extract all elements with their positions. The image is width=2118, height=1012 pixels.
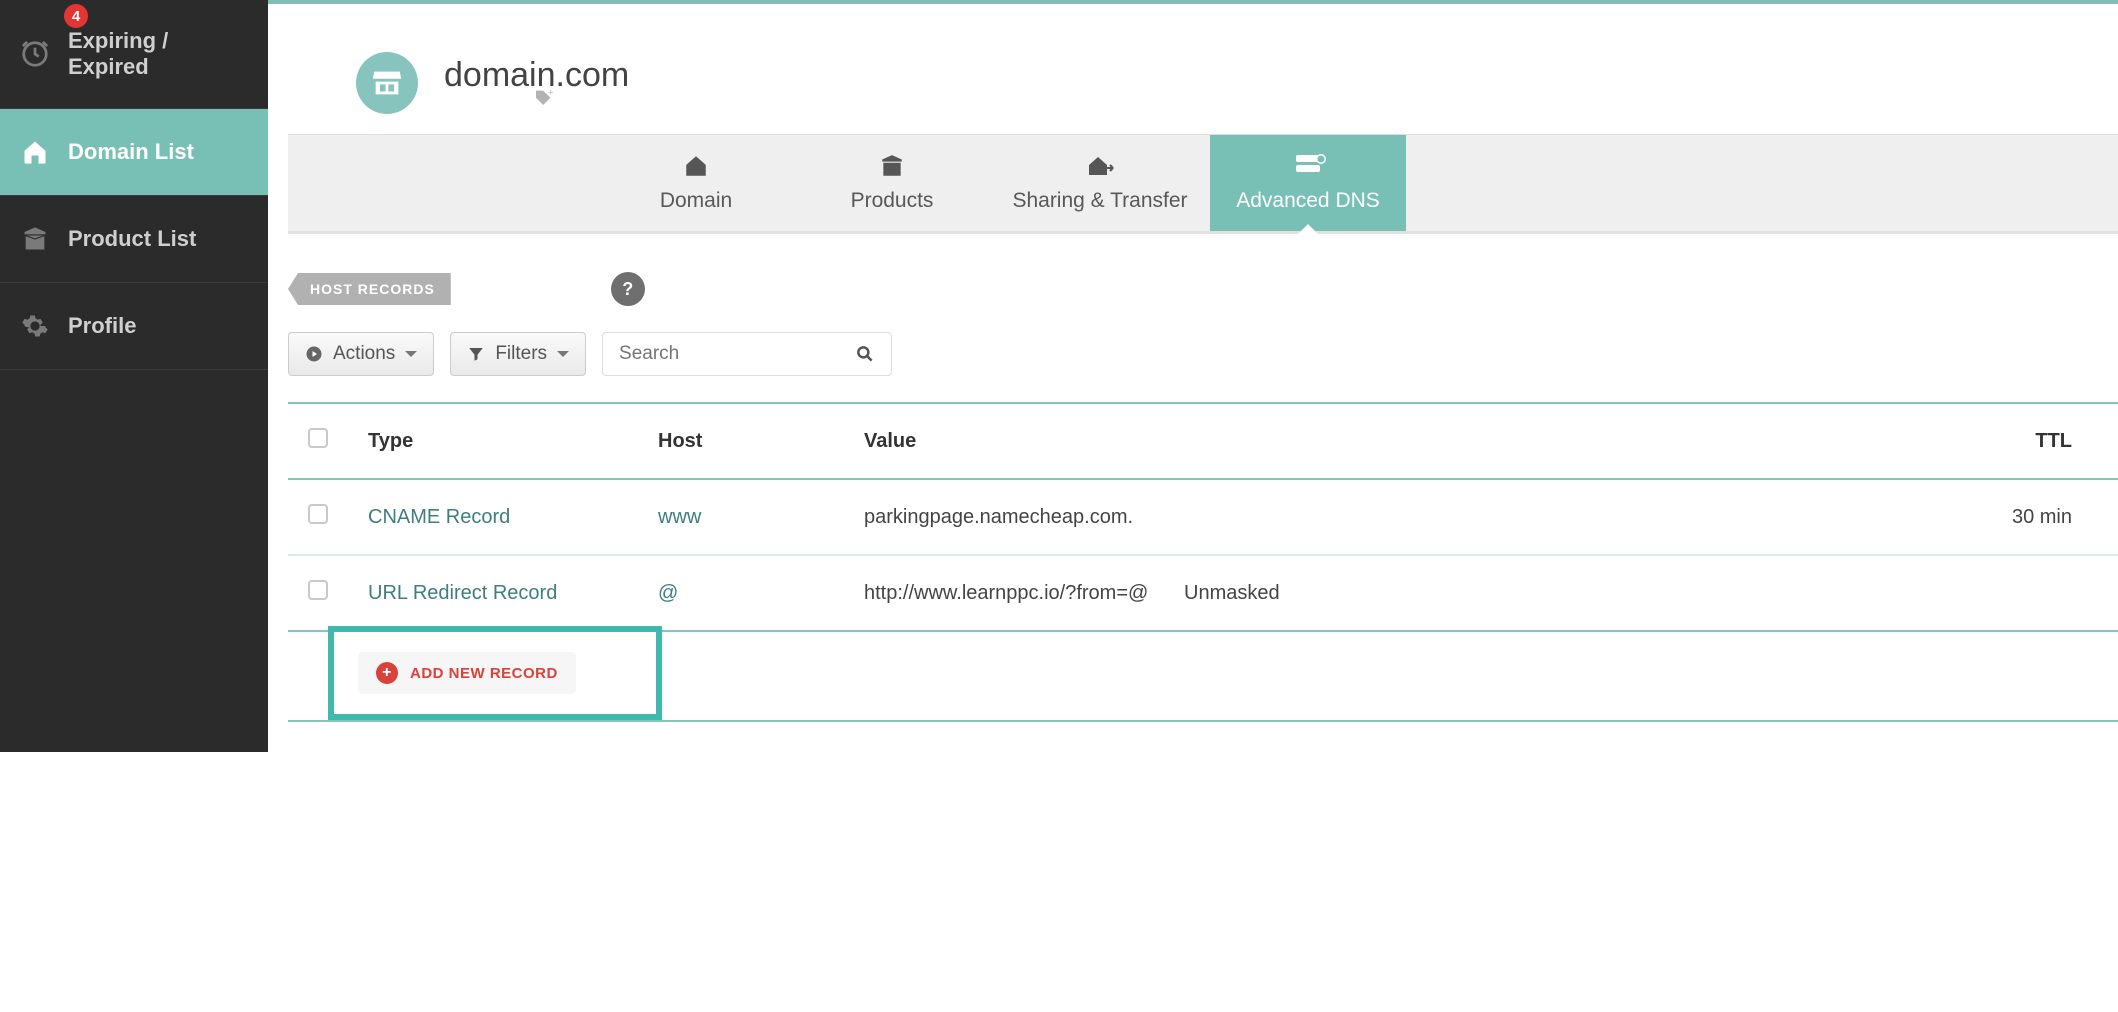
tab-domain[interactable]: Domain — [598, 135, 794, 231]
search-box[interactable] — [602, 332, 892, 376]
home-icon — [20, 137, 50, 167]
sidebar-item-label: Domain List — [68, 139, 194, 165]
search-input[interactable] — [619, 343, 819, 365]
chevron-down-icon — [405, 351, 417, 363]
sidebar-item-label: Product List — [68, 226, 196, 252]
box-icon — [20, 224, 50, 254]
cell-host[interactable]: www — [658, 506, 864, 529]
svg-text:+: + — [548, 89, 554, 98]
table-row[interactable]: URL Redirect Record @ http://www.learnpp… — [288, 556, 2118, 630]
row-checkbox[interactable] — [308, 580, 328, 600]
box-icon — [878, 153, 906, 181]
sidebar-item-product-list[interactable]: Product List — [0, 196, 268, 283]
col-header-ttl: TTL — [1364, 430, 2098, 453]
tabs: Domain Products Sharing & Transfer Advan… — [288, 134, 2118, 234]
col-header-value: Value — [864, 430, 1184, 453]
actions-button[interactable]: Actions — [288, 332, 434, 376]
cell-type[interactable]: URL Redirect Record — [368, 582, 658, 605]
add-record-highlight: + ADD NEW RECORD — [328, 626, 662, 720]
main-content: domain.com + Domain Products Sharing & T… — [268, 0, 2118, 752]
sidebar-item-domain-list[interactable]: Domain List — [0, 109, 268, 196]
host-records-label: HOST RECORDS — [288, 273, 451, 305]
toolbar: Actions Filters — [288, 332, 2118, 376]
help-icon[interactable]: ? — [611, 272, 645, 306]
play-circle-icon — [305, 345, 323, 363]
host-records-table: Type Host Value TTL CNAME Record www par… — [288, 402, 2118, 722]
table-row[interactable]: CNAME Record www parkingpage.namecheap.c… — [288, 480, 2118, 556]
col-header-host: Host — [658, 430, 864, 453]
dns-icon — [1294, 153, 1322, 181]
cell-mask: Unmasked — [1184, 582, 1364, 605]
sidebar-item-label: Expiring / Expired — [68, 28, 248, 80]
tab-advanced-dns[interactable]: Advanced DNS — [1210, 135, 1406, 231]
select-all-checkbox[interactable] — [308, 428, 328, 448]
tab-sharing-transfer[interactable]: Sharing & Transfer — [990, 135, 1210, 231]
expiring-badge: 4 — [64, 4, 88, 28]
add-new-record-button[interactable]: + ADD NEW RECORD — [358, 652, 576, 694]
col-header-type: Type — [368, 430, 658, 453]
search-icon — [855, 344, 875, 364]
row-checkbox[interactable] — [308, 504, 328, 524]
cell-value[interactable]: parkingpage.namecheap.com. — [864, 506, 1184, 529]
cell-ttl[interactable]: 30 min — [1364, 506, 2098, 529]
cell-value[interactable]: http://www.learnppc.io/?from=@ — [864, 582, 1184, 605]
chevron-down-icon — [557, 351, 569, 363]
cell-type[interactable]: CNAME Record — [368, 506, 658, 529]
store-icon — [356, 52, 418, 114]
plus-icon: + — [376, 662, 398, 684]
table-header-row: Type Host Value TTL — [288, 404, 2118, 480]
tab-products[interactable]: Products — [794, 135, 990, 231]
sidebar-item-expiring[interactable]: Expiring / Expired 4 — [0, 0, 268, 109]
clock-icon — [20, 39, 50, 69]
transfer-icon — [1086, 153, 1114, 181]
home-icon — [682, 153, 710, 181]
sidebar-item-profile[interactable]: Profile — [0, 283, 268, 370]
filter-icon — [467, 345, 485, 363]
cell-host[interactable]: @ — [658, 582, 864, 605]
gear-icon — [20, 311, 50, 341]
domain-header: domain.com + — [288, 4, 2118, 134]
filters-button[interactable]: Filters — [450, 332, 586, 376]
sidebar-item-label: Profile — [68, 313, 136, 339]
sidebar: Expiring / Expired 4 Domain List Product… — [0, 0, 268, 752]
